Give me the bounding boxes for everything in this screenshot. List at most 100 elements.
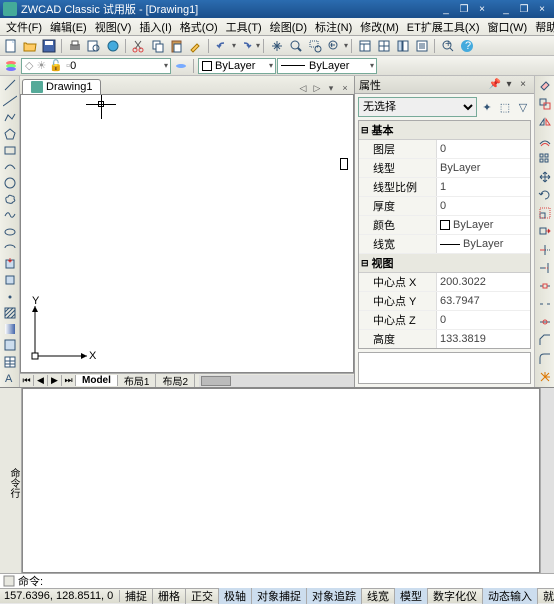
- join-icon[interactable]: [536, 314, 554, 330]
- fillet-icon[interactable]: [536, 351, 554, 367]
- sheet-set-button[interactable]: [413, 37, 431, 55]
- redo-button[interactable]: [237, 37, 255, 55]
- ellipse-arc-icon[interactable]: [2, 241, 18, 255]
- pline-icon[interactable]: [2, 111, 18, 125]
- command-scrollbar[interactable]: [540, 388, 554, 573]
- layer-select[interactable]: ◇ ☀ 🔓 ▫ 0: [21, 58, 171, 74]
- break-icon[interactable]: [536, 296, 554, 312]
- status-toggle[interactable]: 对象捕捉: [252, 588, 307, 604]
- undo-button[interactable]: [213, 37, 231, 55]
- zoom-window-button[interactable]: [306, 37, 324, 55]
- maximize-child-button[interactable]: ❐: [455, 2, 473, 16]
- status-toggle[interactable]: 捕捉: [120, 588, 153, 604]
- menu-item[interactable]: 编辑(E): [46, 19, 91, 35]
- stretch-icon[interactable]: [536, 223, 554, 239]
- status-toggle[interactable]: 线宽: [362, 588, 395, 604]
- rectangle-icon[interactable]: [2, 143, 18, 157]
- status-toggle[interactable]: 正交: [186, 588, 219, 604]
- save-button[interactable]: [40, 37, 58, 55]
- command-history[interactable]: [22, 388, 540, 573]
- status-toggle[interactable]: 极轴: [219, 588, 252, 604]
- insert-block-icon[interactable]: [2, 257, 18, 271]
- status-toggle[interactable]: 动态输入: [483, 588, 538, 604]
- trim-icon[interactable]: [536, 242, 554, 258]
- match-props-button[interactable]: [187, 37, 205, 55]
- menu-item[interactable]: 修改(M): [356, 19, 403, 35]
- minimize-button[interactable]: _: [497, 2, 515, 16]
- gradient-icon[interactable]: [2, 322, 18, 336]
- help-button[interactable]: ?: [458, 37, 476, 55]
- menu-item[interactable]: 插入(I): [135, 19, 175, 35]
- model-tab[interactable]: Model: [76, 375, 118, 386]
- arc-icon[interactable]: [2, 159, 18, 173]
- menu-item[interactable]: 帮助(H): [531, 19, 554, 35]
- ellipse-icon[interactable]: [2, 224, 18, 238]
- menu-item[interactable]: 文件(F): [2, 19, 46, 35]
- tab-next-button[interactable]: ▷: [310, 83, 324, 94]
- layout1-tab[interactable]: 布局1: [118, 373, 157, 388]
- spline-icon[interactable]: [2, 208, 18, 222]
- close-child-button[interactable]: ×: [473, 2, 491, 16]
- new-button[interactable]: [2, 37, 20, 55]
- mtext-icon[interactable]: A: [2, 371, 18, 385]
- zoom-button[interactable]: [287, 37, 305, 55]
- menu-item[interactable]: 格式(O): [176, 19, 222, 35]
- select-objects-button[interactable]: ⬚: [497, 99, 513, 115]
- mirror-icon[interactable]: [536, 114, 554, 130]
- sheet-prev-button[interactable]: ◀: [34, 375, 48, 386]
- toggle-pim-button[interactable]: ✦: [479, 99, 495, 115]
- cut-button[interactable]: [130, 37, 148, 55]
- publish-button[interactable]: [104, 37, 122, 55]
- status-toggle[interactable]: 模型: [395, 588, 428, 604]
- property-grid[interactable]: 基本 图层0 线型ByLayer 线型比例1 厚度0 颜色ByLayer 线宽B…: [358, 120, 531, 349]
- menu-item[interactable]: 视图(V): [91, 19, 136, 35]
- menu-item[interactable]: ET扩展工具(X): [403, 19, 484, 35]
- make-block-icon[interactable]: [2, 273, 18, 287]
- erase-icon[interactable]: [536, 78, 554, 94]
- chamfer-icon[interactable]: [536, 332, 554, 348]
- point-icon[interactable]: [2, 289, 18, 303]
- category-view[interactable]: 视图: [359, 254, 530, 273]
- maximize-button[interactable]: ❐: [515, 2, 533, 16]
- menu-item[interactable]: 标注(N): [311, 19, 356, 35]
- tab-prev-button[interactable]: ◁: [296, 83, 310, 94]
- revcloud-icon[interactable]: [2, 192, 18, 206]
- print-button[interactable]: [66, 37, 84, 55]
- selection-combo[interactable]: 无选择: [358, 97, 477, 117]
- h-scrollbar[interactable]: [199, 375, 354, 387]
- sheet-next-button[interactable]: ▶: [48, 375, 62, 386]
- pin-button[interactable]: 📌: [488, 79, 502, 90]
- hatch-icon[interactable]: [2, 306, 18, 320]
- scale-icon[interactable]: [536, 205, 554, 221]
- document-tab[interactable]: Drawing1: [22, 79, 101, 94]
- copy-button[interactable]: [149, 37, 167, 55]
- paste-button[interactable]: [168, 37, 186, 55]
- pan-button[interactable]: [268, 37, 286, 55]
- array-icon[interactable]: [536, 151, 554, 167]
- zoom-prev-button[interactable]: [325, 37, 343, 55]
- xline-icon[interactable]: [2, 94, 18, 108]
- circle-icon[interactable]: [2, 176, 18, 190]
- sheet-last-button[interactable]: ⏭: [62, 375, 76, 386]
- drawing-canvas[interactable]: X Y: [20, 94, 354, 373]
- move-icon[interactable]: [536, 169, 554, 185]
- status-toggle[interactable]: 栅格: [153, 588, 186, 604]
- layer-manager-button[interactable]: [2, 57, 20, 75]
- menu-item[interactable]: 窗口(W): [484, 19, 532, 35]
- sheet-first-button[interactable]: ⏮: [20, 375, 34, 386]
- explode-icon[interactable]: [536, 369, 554, 385]
- layer-prev-button[interactable]: [172, 57, 190, 75]
- copy-obj-icon[interactable]: [536, 96, 554, 112]
- menu-item[interactable]: 绘图(D): [266, 19, 311, 35]
- command-line[interactable]: 命令:: [0, 573, 554, 588]
- zoom-extents-button[interactable]: +: [439, 37, 457, 55]
- panel-close-button[interactable]: ×: [516, 79, 530, 90]
- extend-icon[interactable]: [536, 260, 554, 276]
- tool-palettes-button[interactable]: [394, 37, 412, 55]
- preview-button[interactable]: [85, 37, 103, 55]
- close-button[interactable]: ×: [533, 2, 551, 16]
- polygon-icon[interactable]: [2, 127, 18, 141]
- layout2-tab[interactable]: 布局2: [156, 373, 195, 388]
- break-point-icon[interactable]: [536, 278, 554, 294]
- quick-select-button[interactable]: ▽: [515, 99, 531, 115]
